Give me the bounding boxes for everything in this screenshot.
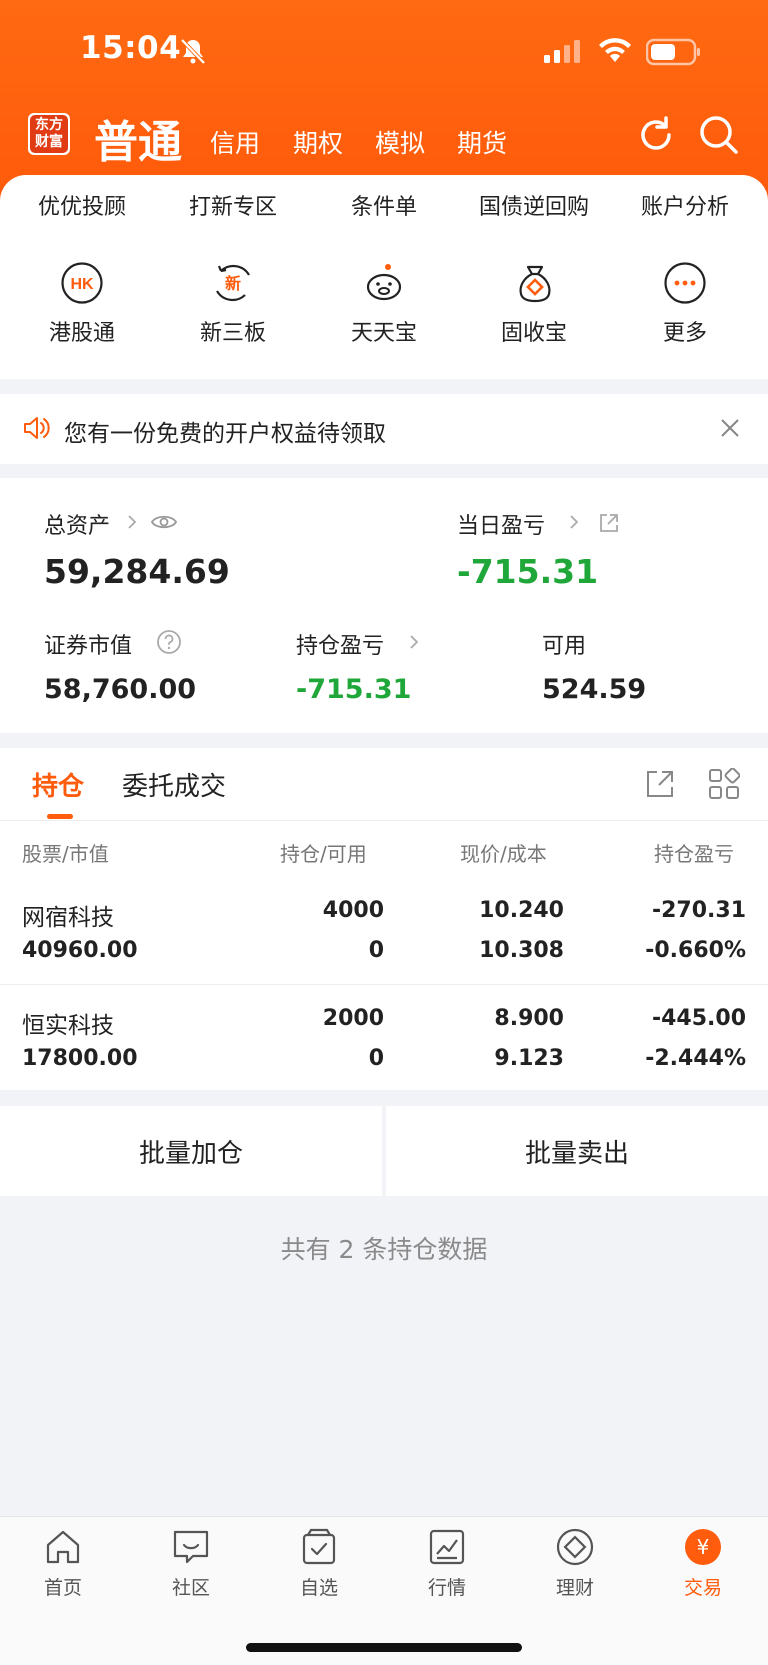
export-icon[interactable] xyxy=(644,768,676,800)
market-value: 58,760.00 xyxy=(44,674,197,705)
stock-position: 2000 xyxy=(322,1006,384,1031)
chevron-right-icon xyxy=(570,515,579,529)
quick-link-account-analysis[interactable]: 账户分析 xyxy=(615,189,755,221)
stock-pnl-pct: -2.444% xyxy=(645,1046,746,1071)
nav-market[interactable]: 行情 xyxy=(397,1527,497,1600)
watchlist-icon xyxy=(302,1528,336,1565)
grid-layout-icon[interactable] xyxy=(708,768,740,800)
tab-holdings[interactable]: 持仓 xyxy=(32,766,84,803)
wealth-icon xyxy=(556,1528,594,1566)
stock-market-value: 17800.00 xyxy=(22,1046,138,1071)
quick-menu: 优优投顾 打新专区 条件单 国债逆回购 账户分析 HK 港股通 新 新三板 天天… xyxy=(0,175,768,379)
stock-cost: 10.308 xyxy=(479,938,564,963)
column-header-position[interactable]: 持仓/可用 xyxy=(280,838,367,867)
column-header-stock[interactable]: 股票/市值 xyxy=(22,838,109,867)
quick-link-advisor[interactable]: 优优投顾 xyxy=(12,189,152,221)
notice-banner[interactable]: 您有一份免费的开户权益待领取 xyxy=(0,394,768,464)
community-icon xyxy=(173,1530,209,1564)
tab-underline xyxy=(47,814,73,819)
nav-home[interactable]: 首页 xyxy=(13,1527,113,1600)
search-icon[interactable] xyxy=(698,114,740,156)
stock-name: 恒实科技 xyxy=(22,1013,114,1039)
stock-cost: 9.123 xyxy=(494,1046,564,1071)
batch-add-button[interactable]: 批量加仓 xyxy=(0,1106,382,1196)
stock-pnl-pct: -0.660% xyxy=(645,938,746,963)
position-pnl-value: -715.31 xyxy=(296,674,412,705)
stock-position: 4000 xyxy=(322,898,384,923)
home-icon xyxy=(46,1530,80,1564)
new-board-icon[interactable]: 新 xyxy=(211,261,255,305)
market-icon xyxy=(429,1529,465,1565)
signal-icon xyxy=(544,40,580,63)
stock-available: 0 xyxy=(368,1046,384,1071)
divider xyxy=(0,984,768,985)
stock-name: 网宿科技 xyxy=(22,905,114,931)
quick-icon-label-more: 更多 xyxy=(662,321,707,346)
svg-text:HK: HK xyxy=(70,276,94,293)
divider xyxy=(0,820,768,821)
account-tab-simulation[interactable]: 模拟 xyxy=(375,124,425,160)
daily-pnl-label[interactable]: 当日盈亏 xyxy=(457,508,545,540)
holdings-panel: 持仓 委托成交 股票/市值 持仓/可用 现价/成本 持仓盈亏 网宿科技 4096… xyxy=(0,748,768,1090)
quick-link-reverse-repo[interactable]: 国债逆回购 xyxy=(464,189,604,221)
total-assets-label[interactable]: 总资产 xyxy=(44,508,110,540)
app-logo: 东方财富 xyxy=(28,113,70,155)
position-pnl-label[interactable]: 持仓盈亏 xyxy=(296,628,384,660)
asset-summary: 总资产 59,284.69 当日盈亏 -715.31 证券市值 58,760.0… xyxy=(0,478,768,733)
column-header-pnl[interactable]: 持仓盈亏 xyxy=(654,838,768,867)
more-icon[interactable] xyxy=(663,261,707,305)
speaker-icon xyxy=(24,417,50,439)
battery-icon xyxy=(646,38,700,66)
account-tab-futures[interactable]: 期货 xyxy=(457,124,507,160)
svg-text:新: 新 xyxy=(225,274,241,293)
svg-text:¥: ¥ xyxy=(697,1535,710,1559)
stock-market-value: 40960.00 xyxy=(22,938,138,963)
stock-pnl: -445.00 xyxy=(651,1006,746,1031)
piggy-bank-icon[interactable] xyxy=(362,261,406,305)
quick-icon-label-new-board: 新三板 xyxy=(199,321,266,346)
hk-icon[interactable]: HK xyxy=(60,261,104,305)
share-icon[interactable] xyxy=(598,512,620,534)
stock-pnl: -270.31 xyxy=(651,898,746,923)
tab-orders[interactable]: 委托成交 xyxy=(122,766,226,803)
batch-sell-button[interactable]: 批量卖出 xyxy=(386,1106,768,1196)
total-assets-value: 59,284.69 xyxy=(44,552,230,591)
chevron-right-icon xyxy=(410,635,419,649)
quick-link-ipo[interactable]: 打新专区 xyxy=(163,189,303,221)
market-value-label: 证券市值 xyxy=(44,634,133,659)
eye-icon[interactable] xyxy=(150,512,178,532)
status-time: 15:04 xyxy=(80,30,182,66)
home-indicator xyxy=(246,1643,522,1652)
quick-icon-label-bag: 固收宝 xyxy=(500,321,567,346)
holdings-count-text: 共有 2 条持仓数据 xyxy=(280,1235,488,1264)
available-label: 可用 xyxy=(542,634,587,659)
stock-price: 10.240 xyxy=(479,898,564,923)
refresh-icon[interactable] xyxy=(636,115,676,155)
trade-icon: ¥ xyxy=(685,1529,721,1565)
column-header-price[interactable]: 现价/成本 xyxy=(460,838,547,867)
account-tab-options[interactable]: 期权 xyxy=(293,124,343,160)
daily-pnl-value: -715.31 xyxy=(457,552,599,591)
account-type-normal[interactable]: 普通 xyxy=(94,106,182,170)
account-tab-credit[interactable]: 信用 xyxy=(210,124,260,160)
close-icon[interactable] xyxy=(718,416,742,440)
quick-icon-label-piggy: 天天宝 xyxy=(350,321,417,346)
notice-text: 您有一份免费的开户权益待领取 xyxy=(64,421,386,447)
stock-available: 0 xyxy=(368,938,384,963)
header: 15:04 东方财富 普通 信用 期权 模拟 期货 xyxy=(0,0,768,200)
quick-icon-label-hk: 港股通 xyxy=(48,321,115,346)
bell-mute-icon xyxy=(180,38,206,65)
nav-watchlist[interactable]: 自选 xyxy=(269,1527,369,1600)
wifi-icon xyxy=(599,38,631,62)
nav-trade[interactable]: ¥ 交易 xyxy=(653,1527,753,1600)
stock-price: 8.900 xyxy=(494,1006,564,1031)
nav-community[interactable]: 社区 xyxy=(141,1527,241,1600)
available-value: 524.59 xyxy=(542,674,647,705)
quick-link-conditional-order[interactable]: 条件单 xyxy=(314,189,454,221)
help-icon[interactable] xyxy=(156,629,182,655)
chevron-right-icon xyxy=(128,515,137,529)
nav-wealth[interactable]: 理财 xyxy=(525,1527,625,1600)
money-bag-icon[interactable] xyxy=(513,261,557,305)
